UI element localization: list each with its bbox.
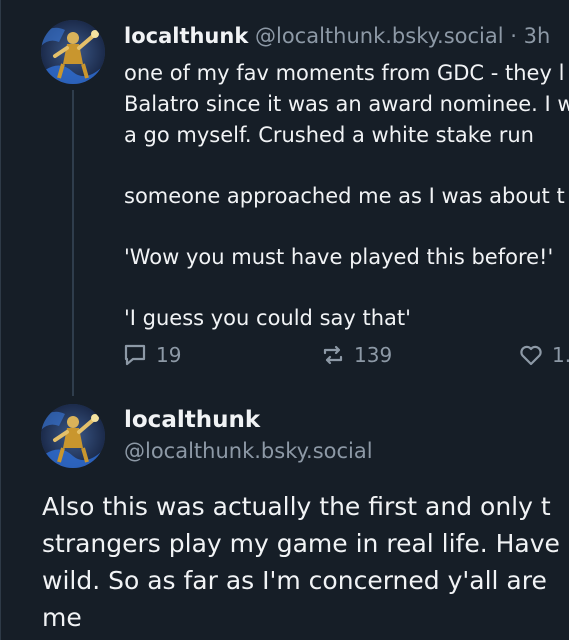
parent-post-text: one of my fav moments from GDC - they l …: [124, 58, 569, 334]
parent-text-line: Balatro since it was an award nominee. I…: [124, 92, 569, 116]
parent-text-line: one of my fav moments from GDC - they l: [124, 61, 565, 85]
thread-connector-line: [72, 90, 74, 396]
heart-icon: [520, 345, 542, 366]
main-text-line: wild. So as far as I'm concerned y'all a…: [42, 566, 547, 595]
page-border: [0, 0, 1, 640]
parent-display-name[interactable]: localthunk: [124, 24, 248, 48]
repost-arrows-icon: [323, 345, 343, 365]
parent-handle[interactable]: @localthunk.bsky.social: [255, 24, 504, 48]
parent-post-header: localthunk @localthunk.bsky.social · 3h: [124, 22, 550, 50]
parent-post-actions: 19 139 1.7: [122, 342, 569, 372]
like-count: 1.7: [552, 343, 569, 367]
parent-avatar[interactable]: [41, 20, 105, 84]
main-avatar[interactable]: [41, 404, 105, 468]
repost-count: 139: [354, 343, 393, 367]
avatar-image-icon: [41, 20, 105, 84]
reply-button[interactable]: 19: [122, 342, 181, 368]
main-post-text: Also this was actually the first and onl…: [42, 488, 569, 636]
avatar-image-icon: [41, 404, 105, 468]
thread-view: localthunk @localthunk.bsky.social · 3h …: [0, 0, 569, 640]
speech-bubble-icon: [124, 344, 146, 366]
reply-count: 19: [156, 343, 182, 367]
parent-timestamp[interactable]: 3h: [524, 24, 551, 48]
parent-text-paragraph: someone approached me as I was about t: [124, 184, 565, 208]
parent-text-paragraph: 'I guess you could say that': [124, 306, 411, 330]
main-display-name[interactable]: localthunk: [124, 407, 260, 433]
parent-text-line: a go myself. Crushed a white stake run: [124, 123, 534, 147]
parent-text-paragraph: 'Wow you must have played this before!': [124, 245, 554, 269]
main-text-line: Also this was actually the first and onl…: [42, 492, 551, 521]
repost-button[interactable]: 139: [320, 342, 392, 368]
time-separator: ·: [510, 24, 517, 48]
main-handle[interactable]: @localthunk.bsky.social: [124, 439, 373, 463]
main-text-line: strangers play my game in real life. Hav…: [42, 529, 560, 558]
like-button[interactable]: 1.7: [518, 342, 569, 368]
main-text-line: me: [42, 603, 82, 632]
